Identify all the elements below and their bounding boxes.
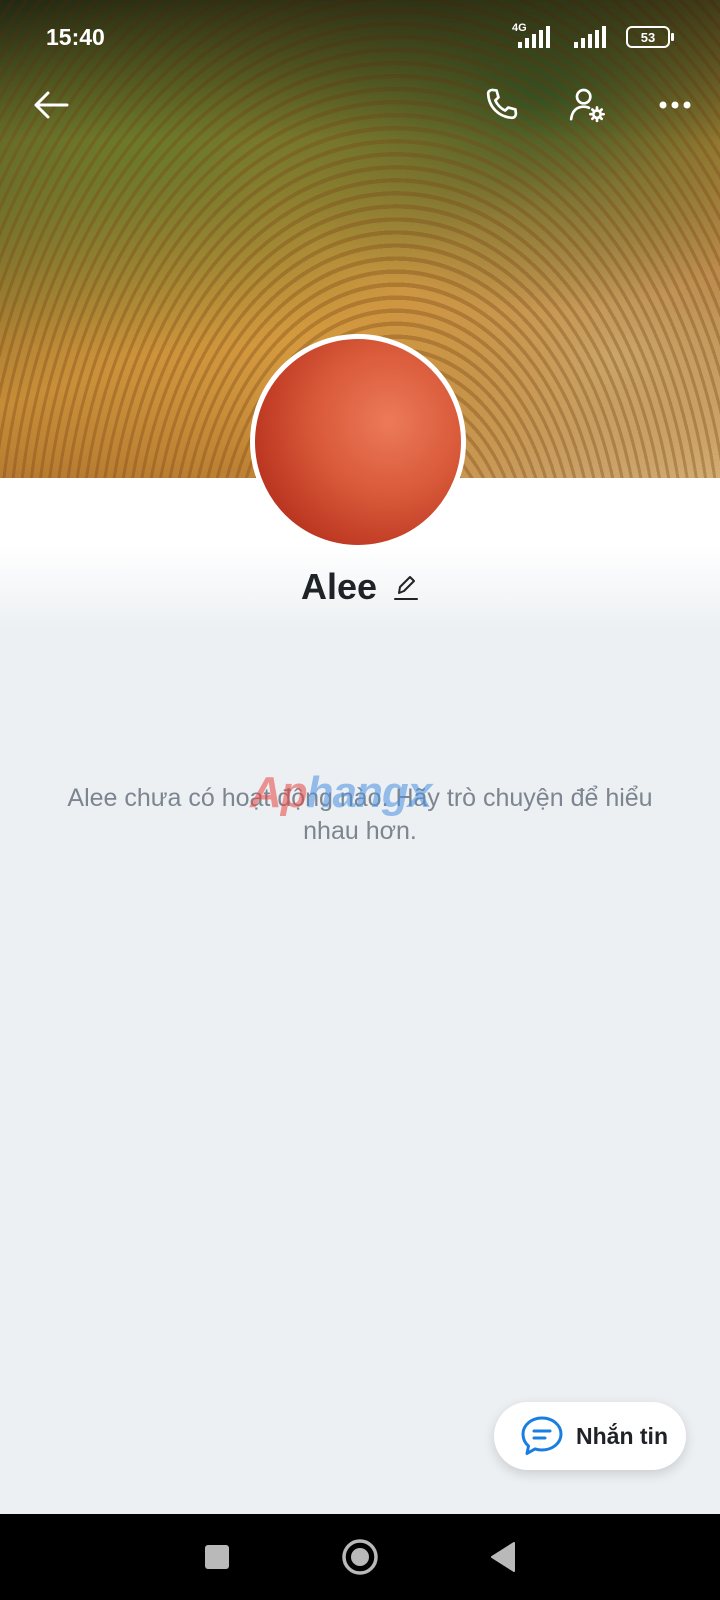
back-button[interactable] — [26, 80, 76, 130]
profile-settings-button[interactable] — [562, 80, 612, 130]
network-label: 4G — [512, 22, 527, 34]
pencil-icon[interactable] — [393, 573, 419, 601]
call-button[interactable] — [476, 80, 526, 130]
message-button-label: Nhắn tin — [576, 1422, 668, 1449]
top-action-bar — [0, 80, 720, 132]
signal-icon — [570, 26, 612, 48]
status-bar: 15:40 4G 53 — [0, 0, 720, 78]
system-navigation-bar — [0, 1514, 720, 1600]
square-icon[interactable] — [203, 1543, 231, 1571]
arrow-left-icon — [34, 91, 69, 119]
phone-icon — [486, 88, 518, 120]
circle-home-icon[interactable] — [341, 1538, 379, 1576]
profile-name-row: Alee — [0, 566, 720, 608]
watermark-part-1: Ap — [250, 768, 308, 817]
triangle-back-icon[interactable] — [489, 1541, 517, 1573]
signal-4g-icon: 4G — [512, 22, 556, 48]
status-time: 15:40 — [46, 24, 105, 50]
battery-level: 53 — [640, 29, 656, 45]
battery-icon: 53 — [626, 26, 674, 48]
watermark-logo: Aphangx — [250, 768, 480, 818]
profile-name: Alee — [300, 566, 378, 607]
avatar[interactable] — [250, 334, 466, 550]
more-options-button[interactable] — [650, 80, 700, 130]
user-settings-icon — [569, 88, 605, 123]
status-icons: 4G 53 — [512, 22, 674, 48]
more-horizontal-icon — [659, 101, 691, 109]
chat-bubble-icon — [521, 1416, 563, 1455]
message-button[interactable]: Nhắn tin — [494, 1402, 686, 1470]
watermark-part-2: hangx — [306, 768, 433, 817]
